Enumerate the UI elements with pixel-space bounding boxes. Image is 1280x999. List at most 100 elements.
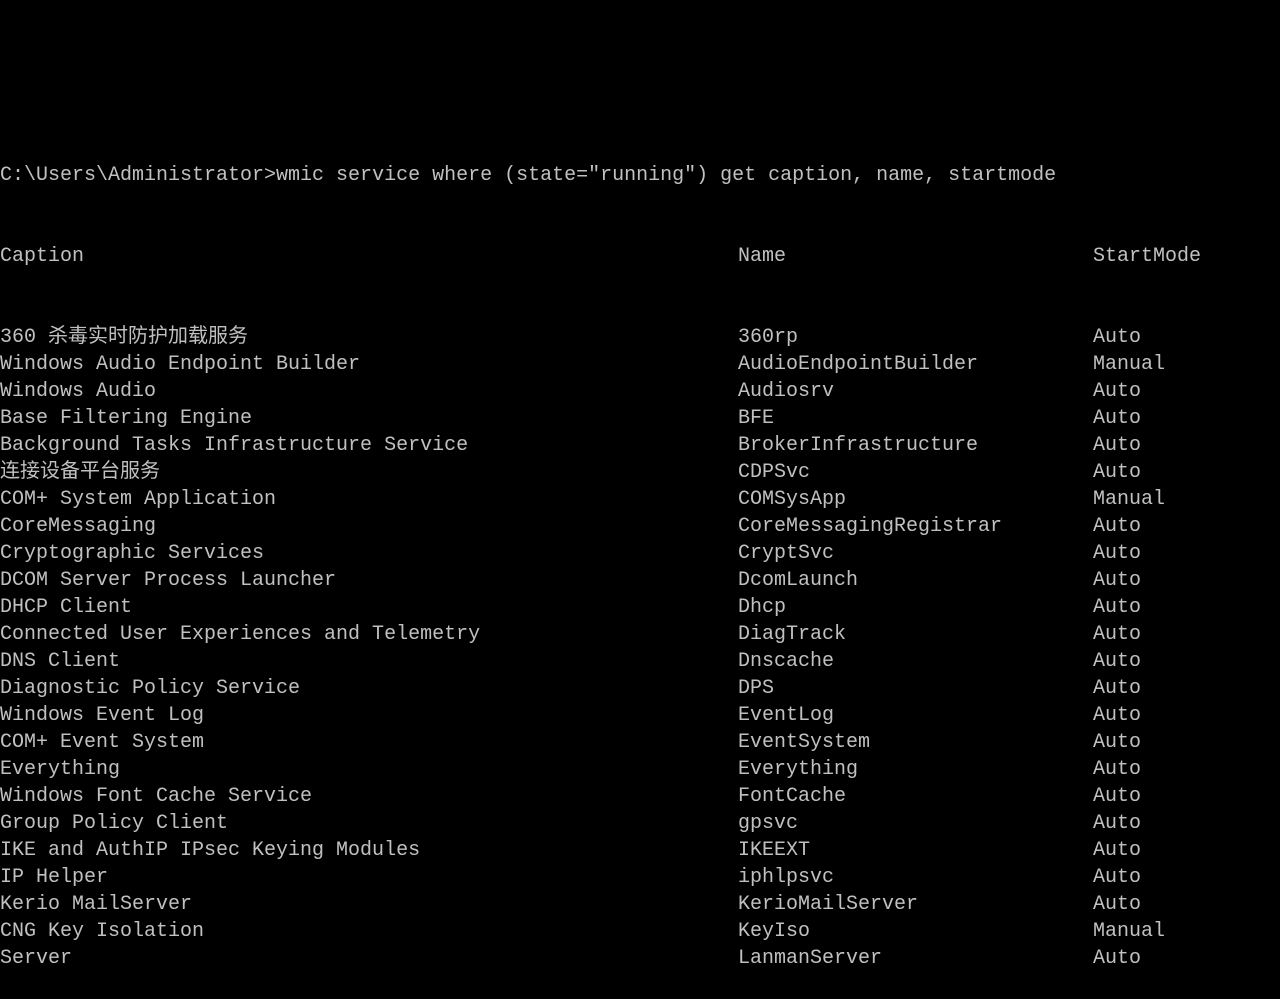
terminal-window[interactable]: C:\Users\Administrator>wmic service wher…	[0, 108, 1280, 822]
cell-name: gpsvc	[738, 810, 1093, 837]
cell-caption: Server	[0, 945, 738, 972]
cell-startmode: Auto	[1093, 702, 1280, 729]
cell-name: EventSystem	[738, 729, 1093, 756]
cell-startmode: Auto	[1093, 621, 1280, 648]
cell-caption: 连接设备平台服务	[0, 459, 738, 486]
cell-name: BrokerInfrastructure	[738, 432, 1093, 459]
table-row: CNG Key IsolationKeyIsoManual	[0, 918, 1280, 945]
table-row: COM+ Event SystemEventSystemAuto	[0, 729, 1280, 756]
cell-caption: Windows Event Log	[0, 702, 738, 729]
cell-startmode: Manual	[1093, 351, 1280, 378]
cell-name: FontCache	[738, 783, 1093, 810]
cell-caption: Windows Audio	[0, 378, 738, 405]
cell-name: DcomLaunch	[738, 567, 1093, 594]
cell-caption: Windows Audio Endpoint Builder	[0, 351, 738, 378]
cell-startmode: Manual	[1093, 918, 1280, 945]
table-row: CoreMessagingCoreMessagingRegistrarAuto	[0, 513, 1280, 540]
cell-startmode: Auto	[1093, 567, 1280, 594]
cell-name: CryptSvc	[738, 540, 1093, 567]
cell-caption: Background Tasks Infrastructure Service	[0, 432, 738, 459]
cell-startmode: Auto	[1093, 324, 1280, 351]
cell-caption: CNG Key Isolation	[0, 918, 738, 945]
cell-name: Everything	[738, 756, 1093, 783]
cell-name: CDPSvc	[738, 459, 1093, 486]
table-row: 连接设备平台服务CDPSvcAuto	[0, 459, 1280, 486]
cell-name: 360rp	[738, 324, 1093, 351]
cell-name: Dnscache	[738, 648, 1093, 675]
cell-name: Audiosrv	[738, 378, 1093, 405]
header-startmode: StartMode	[1093, 243, 1280, 270]
cell-startmode: Auto	[1093, 756, 1280, 783]
header-caption: Caption	[0, 243, 738, 270]
cell-name: KeyIso	[738, 918, 1093, 945]
table-row: Background Tasks Infrastructure ServiceB…	[0, 432, 1280, 459]
table-row: EverythingEverythingAuto	[0, 756, 1280, 783]
cell-name: DPS	[738, 675, 1093, 702]
cell-caption: Connected User Experiences and Telemetry	[0, 621, 738, 648]
cell-caption: DHCP Client	[0, 594, 738, 621]
cell-startmode: Auto	[1093, 729, 1280, 756]
cell-startmode: Auto	[1093, 891, 1280, 918]
table-row: DCOM Server Process LauncherDcomLaunchAu…	[0, 567, 1280, 594]
cell-caption: Everything	[0, 756, 738, 783]
output-rows: 360 杀毒实时防护加载服务360rpAutoWindows Audio End…	[0, 324, 1280, 972]
cell-caption: 360 杀毒实时防护加载服务	[0, 324, 738, 351]
prompt-path: C:\Users\Administrator>	[0, 162, 276, 189]
table-row: Base Filtering EngineBFEAuto	[0, 405, 1280, 432]
cell-caption: COM+ Event System	[0, 729, 738, 756]
cell-startmode: Auto	[1093, 648, 1280, 675]
cell-startmode: Auto	[1093, 513, 1280, 540]
cell-name: Dhcp	[738, 594, 1093, 621]
table-row: IP HelperiphlpsvcAuto	[0, 864, 1280, 891]
cell-startmode: Auto	[1093, 675, 1280, 702]
cell-name: IKEEXT	[738, 837, 1093, 864]
cell-name: EventLog	[738, 702, 1093, 729]
cell-startmode: Auto	[1093, 594, 1280, 621]
header-row: CaptionNameStartMode	[0, 243, 1280, 270]
table-row: ServerLanmanServerAuto	[0, 945, 1280, 972]
cell-startmode: Auto	[1093, 540, 1280, 567]
table-row: Diagnostic Policy ServiceDPSAuto	[0, 675, 1280, 702]
cell-caption: DCOM Server Process Launcher	[0, 567, 738, 594]
cell-caption: IKE and AuthIP IPsec Keying Modules	[0, 837, 738, 864]
cell-caption: COM+ System Application	[0, 486, 738, 513]
cell-name: AudioEndpointBuilder	[738, 351, 1093, 378]
cell-startmode: Auto	[1093, 405, 1280, 432]
table-row: 360 杀毒实时防护加载服务360rpAuto	[0, 324, 1280, 351]
cell-caption: DNS Client	[0, 648, 738, 675]
cell-name: KerioMailServer	[738, 891, 1093, 918]
cell-name: COMSysApp	[738, 486, 1093, 513]
cell-name: LanmanServer	[738, 945, 1093, 972]
cell-startmode: Auto	[1093, 783, 1280, 810]
cell-caption: Base Filtering Engine	[0, 405, 738, 432]
table-row: Connected User Experiences and Telemetry…	[0, 621, 1280, 648]
command-text: wmic service where (state="running") get…	[276, 162, 1056, 189]
cell-startmode: Auto	[1093, 378, 1280, 405]
cell-startmode: Auto	[1093, 432, 1280, 459]
cell-caption: IP Helper	[0, 864, 738, 891]
header-name: Name	[738, 243, 1093, 270]
table-row: DNS ClientDnscacheAuto	[0, 648, 1280, 675]
table-row: Group Policy ClientgpsvcAuto	[0, 810, 1280, 837]
table-row: COM+ System ApplicationCOMSysAppManual	[0, 486, 1280, 513]
cell-caption: Group Policy Client	[0, 810, 738, 837]
table-row: DHCP ClientDhcpAuto	[0, 594, 1280, 621]
cell-startmode: Auto	[1093, 459, 1280, 486]
table-row: Kerio MailServerKerioMailServerAuto	[0, 891, 1280, 918]
table-row: Windows Audio Endpoint BuilderAudioEndpo…	[0, 351, 1280, 378]
command-line: C:\Users\Administrator>wmic service wher…	[0, 162, 1280, 189]
cell-startmode: Manual	[1093, 486, 1280, 513]
cell-name: DiagTrack	[738, 621, 1093, 648]
cell-name: CoreMessagingRegistrar	[738, 513, 1093, 540]
cell-startmode: Auto	[1093, 837, 1280, 864]
cell-startmode: Auto	[1093, 810, 1280, 837]
cell-caption: Windows Font Cache Service	[0, 783, 738, 810]
cell-name: BFE	[738, 405, 1093, 432]
table-row: IKE and AuthIP IPsec Keying ModulesIKEEX…	[0, 837, 1280, 864]
table-row: Cryptographic ServicesCryptSvcAuto	[0, 540, 1280, 567]
cell-caption: Diagnostic Policy Service	[0, 675, 738, 702]
cell-startmode: Auto	[1093, 864, 1280, 891]
cell-caption: CoreMessaging	[0, 513, 738, 540]
cell-startmode: Auto	[1093, 945, 1280, 972]
table-row: Windows Font Cache ServiceFontCacheAuto	[0, 783, 1280, 810]
